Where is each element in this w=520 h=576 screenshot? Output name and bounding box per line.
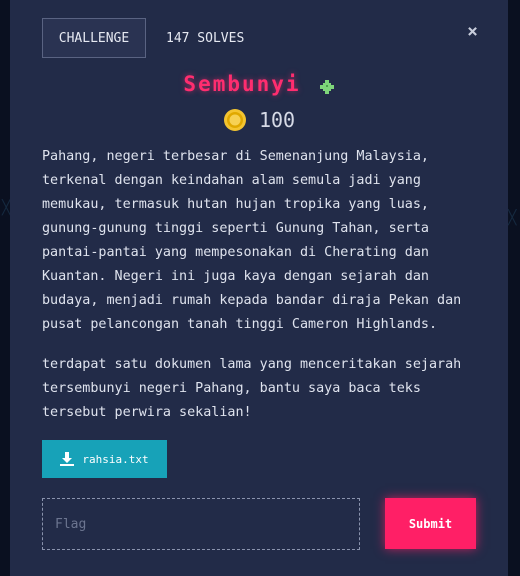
challenge-modal: CHALLENGE 147 SOLVES × Sembunyi 100 Paha…	[10, 0, 508, 576]
coin-icon	[223, 109, 246, 131]
download-icon	[60, 452, 75, 466]
tab-solves[interactable]: 147 SOLVES	[166, 31, 244, 46]
challenge-instructions: terdapat satu dokumen lama yang mencerit…	[42, 357, 462, 420]
modal-header: CHALLENGE 147 SOLVES	[42, 18, 244, 58]
challenge-description: Pahang, negeri terbesar di Semenanjung M…	[42, 149, 462, 332]
points-row: 100	[10, 108, 508, 132]
submit-button[interactable]: Submit	[385, 498, 476, 549]
file-name: rahsia.txt	[82, 452, 149, 466]
challenge-points: 100	[258, 108, 296, 132]
flag-input[interactable]	[42, 498, 360, 550]
download-file-button[interactable]: rahsia.txt	[42, 440, 167, 478]
title-row: Sembunyi	[10, 72, 508, 96]
puzzle-piece-icon	[319, 80, 334, 94]
close-icon[interactable]: ×	[467, 22, 478, 42]
challenge-title: Sembunyi	[183, 72, 301, 96]
background-decoration: ╳	[508, 210, 517, 226]
tab-challenge[interactable]: CHALLENGE	[42, 18, 146, 58]
